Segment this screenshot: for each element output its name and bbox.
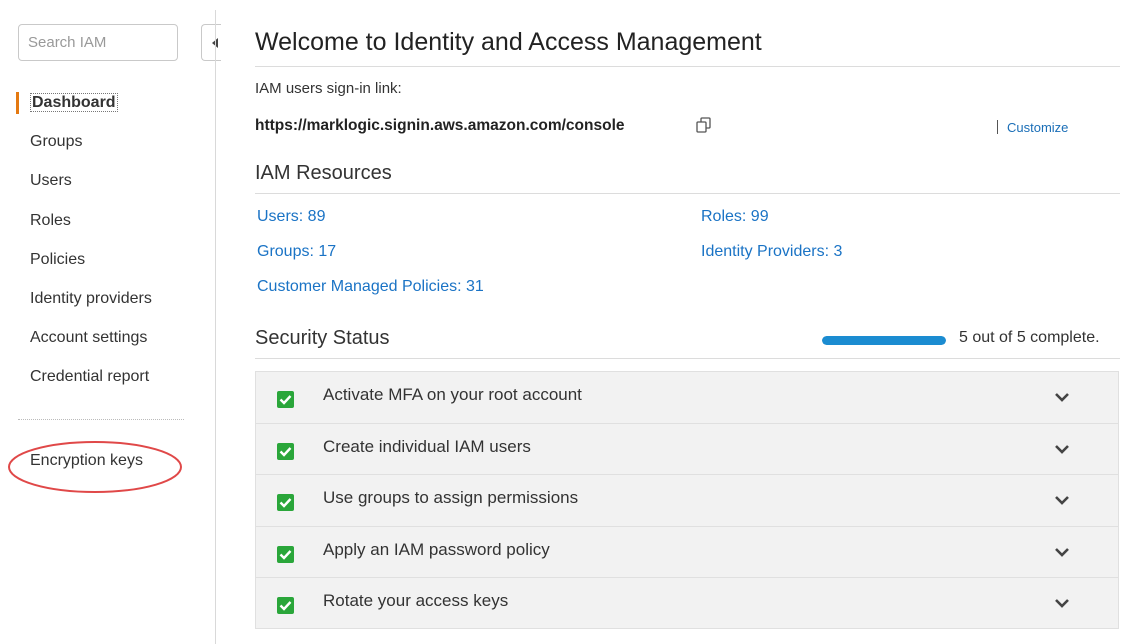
sidebar: Dashboard Groups Users Roles Policies Id…: [0, 0, 221, 644]
sidebar-item-identity-providers[interactable]: Identity providers: [0, 279, 214, 318]
check-icon: [277, 494, 294, 511]
sidebar-item-roles[interactable]: Roles: [0, 201, 214, 240]
sidebar-divider: [18, 419, 184, 420]
sidebar-item-dashboard[interactable]: Dashboard: [0, 83, 214, 122]
sidebar-item-label: Policies: [30, 250, 86, 268]
sidebar-item-users[interactable]: Users: [0, 161, 214, 200]
sidebar-item-label: Identity providers: [30, 289, 152, 307]
checklist-item-label: Rotate your access keys: [323, 591, 509, 610]
chevron-down-icon[interactable]: [1054, 546, 1070, 558]
title-divider: [255, 66, 1120, 67]
sidebar-item-encryption-keys[interactable]: Encryption keys: [30, 452, 143, 470]
security-progress-fill: [822, 336, 946, 345]
checklist-item-password-policy[interactable]: Apply an IAM password policy: [255, 525, 1119, 577]
sidebar-item-groups[interactable]: Groups: [0, 122, 214, 161]
sidebar-item-label: Dashboard: [30, 93, 118, 112]
checklist-item-label: Apply an IAM password policy: [323, 539, 550, 559]
signin-label: IAM users sign-in link:: [255, 80, 402, 97]
customize-separator: [997, 120, 998, 134]
checklist-item-label: Use groups to assign permissions: [323, 488, 579, 507]
checklist-item-access-keys[interactable]: Rotate your access keys: [255, 577, 1119, 629]
sidebar-nav: Dashboard Groups Users Roles Policies Id…: [0, 83, 214, 397]
security-status-title: Security Status: [255, 327, 390, 349]
sidebar-item-label: Users: [30, 172, 72, 190]
chevron-down-icon[interactable]: [1054, 494, 1070, 506]
sidebar-item-label: Roles: [30, 211, 71, 229]
groups-link[interactable]: Groups: 17: [257, 243, 336, 261]
customer-managed-policies-link[interactable]: Customer Managed Policies: 31: [257, 278, 484, 296]
check-icon: [277, 597, 294, 614]
security-progress-bar: [822, 336, 946, 345]
checklist-item-label: Create individual IAM users: [323, 436, 531, 456]
sidebar-item-policies[interactable]: Policies: [0, 240, 214, 279]
chevron-down-icon[interactable]: [1054, 391, 1070, 403]
sidebar-item-credential-report[interactable]: Credential report: [0, 357, 214, 396]
users-link[interactable]: Users: 89: [257, 208, 325, 226]
check-icon: [277, 545, 294, 563]
search-box: [18, 24, 178, 61]
iam-resources-title: IAM Resources: [255, 162, 392, 184]
search-input[interactable]: [19, 25, 168, 60]
sidebar-border: [215, 10, 216, 644]
security-progress-text: 5 out of 5 complete.: [959, 329, 1100, 346]
customize-link[interactable]: Customize: [1007, 120, 1068, 135]
sidebar-item-account-settings[interactable]: Account settings: [0, 318, 214, 357]
checklist-item-groups[interactable]: Use groups to assign permissions: [255, 474, 1119, 526]
checklist-item-label: Activate MFA on your root account: [323, 385, 582, 404]
sidebar-item-label: Groups: [30, 133, 83, 151]
sidebar-item-label: Credential report: [30, 368, 150, 386]
roles-link[interactable]: Roles: 99: [701, 208, 769, 226]
security-divider: [255, 358, 1120, 359]
chevron-down-icon[interactable]: [1054, 443, 1070, 455]
collapse-sidebar-button[interactable]: [201, 24, 221, 61]
copy-icon[interactable]: [695, 116, 713, 134]
checklist-item-iam-users[interactable]: Create individual IAM users: [255, 422, 1119, 474]
page-title: Welcome to Identity and Access Managemen…: [255, 28, 762, 56]
signin-url[interactable]: https://marklogic.signin.aws.amazon.com/…: [255, 117, 625, 135]
identity-providers-link[interactable]: Identity Providers: 3: [701, 243, 842, 261]
checklist-item-mfa[interactable]: Activate MFA on your root account: [255, 371, 1119, 423]
chevron-down-icon[interactable]: [1054, 597, 1070, 609]
check-icon: [277, 442, 294, 460]
main-content: Welcome to Identity and Access Managemen…: [255, 0, 1121, 644]
active-indicator: [16, 92, 19, 114]
sidebar-item-label: Account settings: [30, 329, 148, 347]
resources-divider: [255, 193, 1120, 194]
check-icon: [277, 391, 294, 408]
security-checklist: Activate MFA on your root account Create…: [255, 371, 1119, 629]
